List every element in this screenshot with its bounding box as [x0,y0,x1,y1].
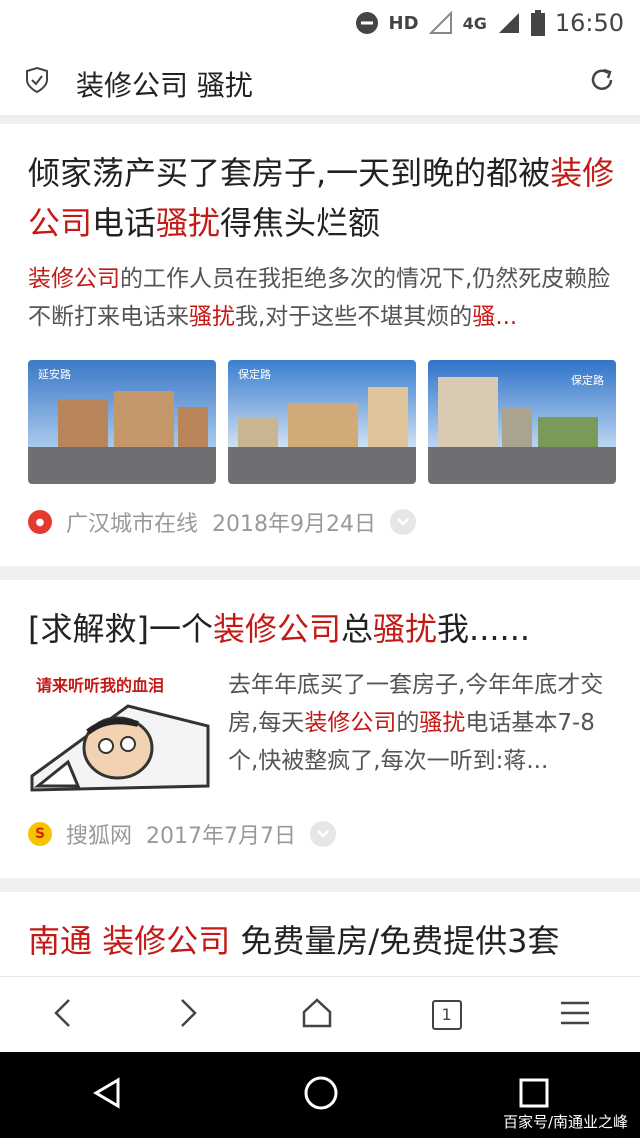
network-4g-label: 4G [462,13,487,33]
result-meta: S 搜狐网 2017年7月7日 [28,818,336,850]
chevron-down-icon[interactable] [310,821,336,847]
divider [0,566,640,580]
signal-empty-icon [428,11,453,35]
result-snippet: 装修公司的工作人员在我拒绝多次的情况下,仍然死皮赖脸不断打来电话来骚扰我,对于这… [28,266,611,330]
divider [0,116,640,124]
back-icon[interactable] [49,996,77,1034]
result-image-row: 延安路 保定路 保定路 [28,360,618,484]
result-meta: ● 广汉城市在线 2018年9月24日 [28,506,416,538]
result-title[interactable]: 南通 装修公司 免费量房/免费提供3套 [28,916,618,966]
source-name[interactable]: 搜狐网 [66,818,132,850]
result-title[interactable]: [求解救]一个装修公司总骚扰我...... [28,604,618,654]
clock: 16:50 [554,9,624,37]
divider [0,878,640,892]
tab-count: 1 [441,1005,452,1024]
network-hd-label: HD [388,12,419,34]
result-image[interactable]: 请来听听我的血泪 [28,666,214,794]
source-name[interactable]: 广汉城市在线 [66,506,198,538]
watermark: 百家号/南通业之峰 [502,1113,628,1131]
tabs-button[interactable]: 1 [431,999,462,1030]
source-logo-icon: ● [28,510,52,534]
sohu-logo-icon: S [28,822,52,846]
browser-nav-bar: 1 [0,976,640,1052]
system-nav-bar: 百家号/南通业之峰 [0,1052,640,1138]
refresh-icon[interactable] [588,66,616,98]
battery-icon [530,10,545,36]
result-image[interactable]: 保定路 [228,360,416,484]
menu-icon[interactable] [559,999,591,1031]
signal-icon [497,11,521,35]
result-image[interactable]: 保定路 [428,360,616,484]
do-not-disturb-icon [355,11,379,35]
result-card-3[interactable]: 南通 装修公司 免费量房/免费提供3套 [0,892,640,976]
forward-icon[interactable] [174,996,202,1034]
system-recents-icon[interactable] [518,1077,550,1113]
system-home-icon[interactable] [303,1075,339,1115]
status-bar: HD 4G 16:50 [0,0,640,46]
system-back-icon[interactable] [90,1076,124,1114]
result-card-2[interactable]: [求解救]一个装修公司总骚扰我...... 请来听听我的血泪 去年年底买了一套房… [0,580,640,878]
search-bar[interactable]: 装修公司 骚扰 [0,46,640,116]
result-image[interactable]: 延安路 [28,360,216,484]
search-query[interactable]: 装修公司 骚扰 [76,64,253,104]
home-icon[interactable] [300,996,334,1034]
publish-date: 2018年9月24日 [212,512,376,537]
result-snippet: 去年年底买了一套房子,今年年底才交房,每天装修公司的骚扰电话基本7-8个,快被整… [228,672,604,774]
cartoon-caption: 请来听听我的血泪 [36,676,165,695]
shield-check-icon [24,66,50,98]
result-title[interactable]: 倾家荡产买了套房子,一天到晚的都被装修公司电话骚扰得焦头烂额 [28,148,618,248]
result-card-1[interactable]: 倾家荡产买了套房子,一天到晚的都被装修公司电话骚扰得焦头烂额 装修公司的工作人员… [0,124,640,566]
chevron-down-icon[interactable] [390,509,416,535]
publish-date: 2017年7月7日 [146,824,296,849]
